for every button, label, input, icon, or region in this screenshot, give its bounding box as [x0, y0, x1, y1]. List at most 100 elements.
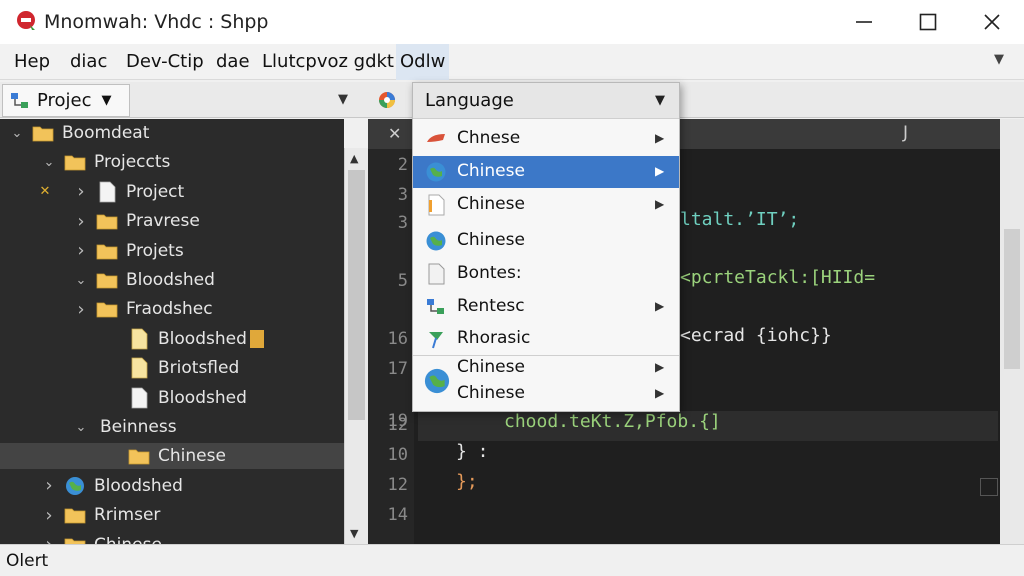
expand-chevron-icon[interactable]: ⌄ [74, 273, 88, 288]
language-dropdown-header[interactable]: Language ▼ [413, 83, 679, 119]
tree-item-label: Pravrese [126, 211, 200, 232]
menu-item-odlw[interactable]: Odlw [396, 44, 450, 80]
tree-item-label: Rrimser [94, 505, 161, 526]
maximize-button[interactable] [896, 0, 960, 44]
file-icon [128, 357, 150, 379]
tree-item[interactable]: › Bloodshed [0, 473, 344, 499]
tree-item[interactable]: ⌄ Projeccts [0, 149, 344, 175]
project-panel-tab-label: Projec [37, 90, 92, 111]
tree-item-label: Boomdeat [62, 123, 150, 143]
language-menu-item[interactable]: Chnese ▶ [413, 123, 679, 155]
line-number: 12 [387, 475, 408, 495]
menu-item-hep[interactable]: Hep [10, 44, 54, 80]
project-panel-tab[interactable]: Projec ▼ [2, 84, 130, 117]
editor-tab-mark: J [903, 123, 909, 143]
folder-icon [64, 534, 86, 544]
tree-item[interactable]: ⌄ Boomdeat [0, 120, 344, 146]
title-bar: Mnomwah: Vhdc : Shpp [0, 0, 1024, 44]
menu-item-llutcpvoz-gdkt[interactable]: Llutcpvoz gdkt [258, 44, 398, 80]
line-number: 12 [387, 415, 408, 435]
language-menu-item-label: Chinese [457, 357, 525, 377]
chevron-down-icon: ▼ [101, 93, 112, 108]
close-icon [984, 14, 1000, 30]
language-menu-item-label: Chinese [457, 383, 525, 403]
tree-item[interactable]: ⌄ Beinness [0, 414, 344, 440]
language-menu-item[interactable]: Rhorasic [413, 323, 679, 355]
language-menu-item[interactable]: Bontes: [413, 258, 679, 290]
menu-bar: Hep diac Dev-Ctip dae Llutcpvoz gdkt Odl… [0, 44, 1024, 80]
tree-item[interactable]: › Projets [0, 238, 344, 264]
tree-scrollbar-thumb[interactable] [348, 170, 365, 420]
tree-item[interactable]: › Chinese [0, 532, 344, 544]
language-menu-item[interactable]: Rentesc ▶ [413, 291, 679, 323]
tree-item[interactable]: Chinese [0, 443, 344, 470]
panel-options-chevron-down-icon[interactable]: ▼ [338, 92, 348, 107]
brush-icon [425, 128, 447, 150]
collapse-chevron-icon[interactable]: › [42, 505, 56, 526]
tree-item[interactable]: Briotsfled [0, 355, 344, 381]
tree-item[interactable]: Bloodshed [0, 326, 344, 352]
language-menu-item[interactable]: Chinese ▶ [413, 355, 679, 394]
badge-icon [250, 329, 264, 348]
collapse-chevron-icon[interactable]: › [74, 299, 88, 320]
network-icon [425, 296, 447, 318]
globe-icon [425, 230, 447, 252]
maximize-icon [919, 13, 937, 31]
tree-item-label: Chinese [94, 535, 162, 544]
menu-item-diac[interactable]: diac [66, 44, 111, 80]
collapse-chevron-icon[interactable]: › [42, 475, 56, 496]
submenu-arrow-icon: ▶ [655, 360, 665, 374]
language-menu-item-label: Chinese [457, 161, 525, 181]
project-tree: ⌄ Boomdeat ⌄ Projeccts ✕ › Project › Pravrese › Pr… [0, 119, 344, 544]
collapse-chevron-icon[interactable]: › [42, 534, 56, 544]
tree-item[interactable]: ✕ › Project [0, 179, 344, 205]
language-menu-item-label: Chinese [457, 194, 525, 214]
submenu-arrow-icon: ▶ [655, 164, 665, 178]
submenu-arrow-icon: ▶ [655, 299, 665, 313]
collapse-chevron-icon[interactable]: › [74, 211, 88, 232]
language-menu-item[interactable]: Chinese ▶ [413, 381, 679, 407]
scroll-up-icon[interactable]: ▲ [350, 152, 358, 165]
tree-item[interactable]: › Fraodshec [0, 296, 344, 322]
minimize-button[interactable] [832, 0, 896, 44]
code-line: ltalt.’IT’; [680, 209, 800, 230]
menu-item-dev-ctip[interactable]: Dev-Ctip [122, 44, 208, 80]
expand-chevron-icon[interactable]: ⌄ [10, 126, 24, 141]
tree-scrollbar[interactable]: ▲ ▼ [344, 148, 368, 544]
expand-chevron-icon[interactable]: ⌄ [74, 420, 88, 435]
collapse-chevron-icon[interactable]: › [74, 181, 88, 202]
color-wheel-icon[interactable] [376, 89, 398, 111]
folder-icon [96, 210, 118, 232]
language-dropdown-menu: Language ▼ Chnese ▶ Chinese ▶ Chinese ▶ Chines… [412, 82, 680, 412]
folder-icon [32, 122, 54, 144]
expand-chevron-icon[interactable]: ⌄ [42, 155, 56, 170]
scroll-down-icon[interactable]: ▼ [350, 527, 358, 540]
tree-item[interactable]: Bloodshed [0, 385, 344, 411]
language-menu-item[interactable]: Chinese [413, 225, 679, 257]
minimap-marker [980, 478, 998, 496]
app-icon [17, 11, 35, 30]
submenu-arrow-icon: ▶ [655, 131, 665, 145]
page-icon [425, 263, 447, 285]
tree-item[interactable]: ⌄ Bloodshed [0, 267, 344, 293]
line-number: 16 [387, 329, 408, 349]
editor-scrollbar-thumb[interactable] [1004, 229, 1020, 369]
collapse-chevron-icon[interactable]: › [74, 240, 88, 261]
modified-marker-icon: ✕ [39, 184, 51, 200]
folder-icon [128, 445, 150, 467]
menubar-chevron-down-icon[interactable]: ▼ [994, 52, 1004, 67]
tree-item-label: Beinness [100, 417, 177, 437]
language-menu-item[interactable]: Chinese ▶ [413, 189, 679, 221]
tree-item[interactable]: › Pravrese [0, 208, 344, 234]
tree-item[interactable]: › Rrimser [0, 502, 344, 528]
language-menu-item[interactable]: Chinese ▶ [413, 156, 679, 188]
status-text: Olert [6, 551, 49, 571]
close-button[interactable] [960, 0, 1024, 44]
pin-icon [425, 328, 447, 350]
tree-item-label: Fraodshec [126, 299, 213, 320]
editor-scrollbar[interactable] [1000, 119, 1024, 544]
minimize-icon [856, 21, 872, 23]
close-tab-icon[interactable]: ✕ [388, 124, 401, 143]
submenu-arrow-icon: ▶ [655, 197, 665, 211]
menu-item-dae[interactable]: dae [212, 44, 254, 80]
